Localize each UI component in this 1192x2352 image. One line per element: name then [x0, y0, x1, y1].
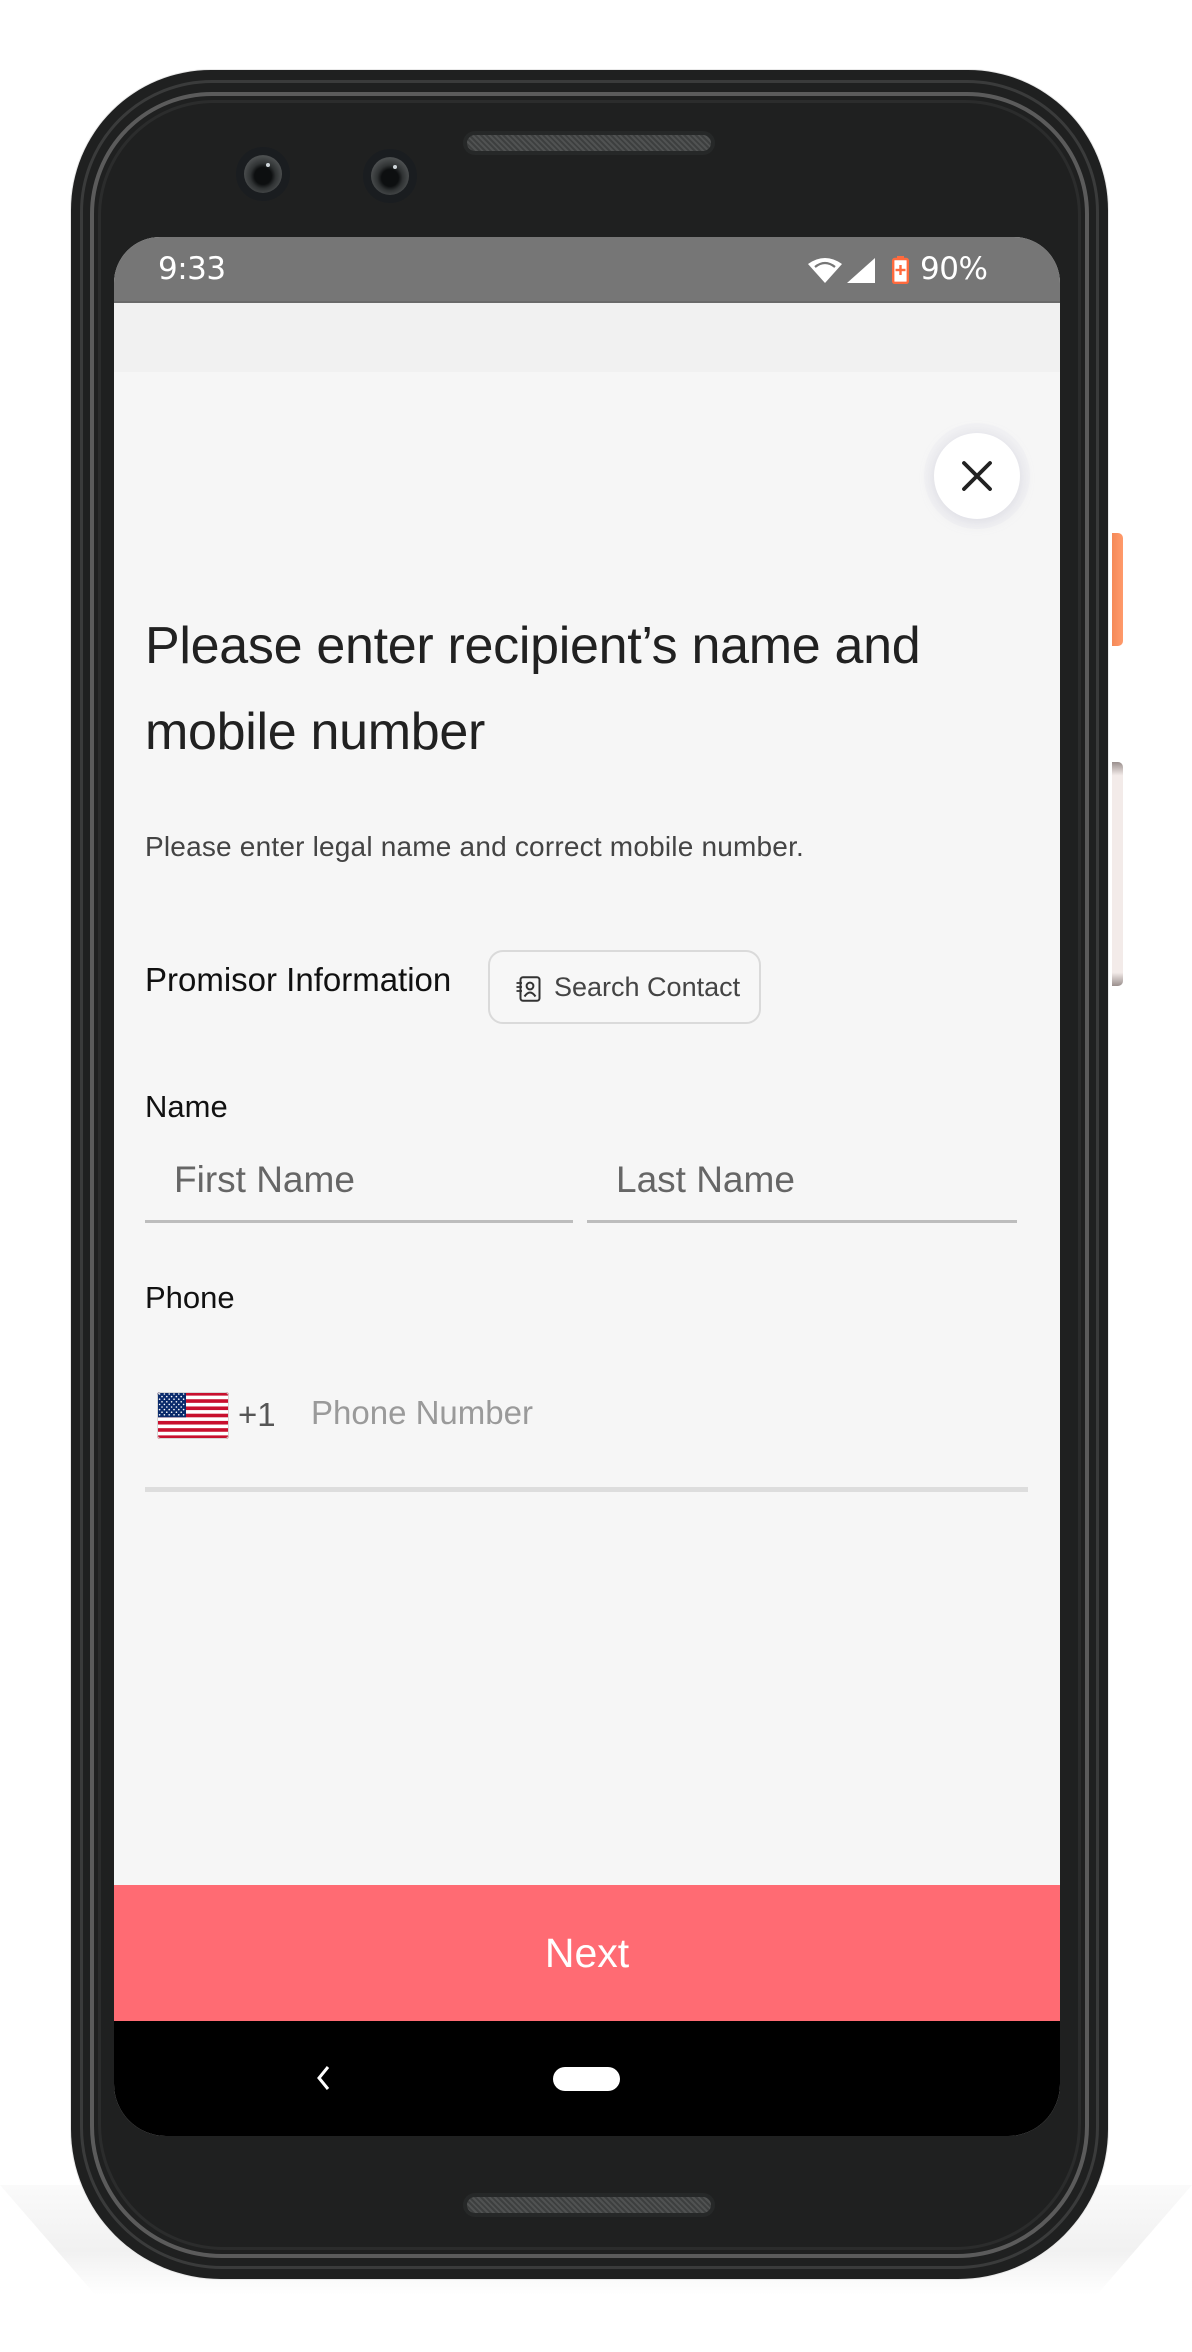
flag-star [163, 1414, 166, 1416]
battery-percentage: 90% [920, 251, 988, 287]
front-camera-icon [236, 147, 290, 201]
flag-star [178, 1403, 180, 1406]
us-flag-icon [157, 1392, 229, 1439]
phone-input-underline [145, 1487, 1028, 1492]
flag-star [161, 1406, 163, 1408]
flag-star [163, 1408, 166, 1411]
name-label: Name [145, 1089, 228, 1124]
nav-home-button[interactable] [553, 2067, 620, 2091]
flag-star [166, 1395, 168, 1398]
next-button[interactable]: Next [114, 1885, 1060, 2021]
flag-star [178, 1398, 180, 1400]
flag-red-stripe [157, 1428, 229, 1432]
flag-star [182, 1403, 185, 1406]
flag-star [168, 1403, 170, 1406]
flag-star [166, 1406, 168, 1408]
flag-star [161, 1395, 163, 1398]
flag-star [173, 1414, 175, 1416]
flag-star [170, 1406, 173, 1408]
country-code-selector[interactable]: +1 [154, 1389, 284, 1441]
page-title: Please enter recipient’s name and mobile… [145, 617, 921, 761]
phone-number-input[interactable] [304, 1383, 1024, 1443]
flag-star [180, 1406, 182, 1408]
flag-star [178, 1408, 180, 1411]
close-icon [962, 461, 992, 491]
flag-star [175, 1401, 178, 1403]
flag-star [175, 1411, 178, 1413]
camera-glint [266, 163, 270, 167]
flag-star [173, 1393, 175, 1395]
flag-star [158, 1398, 161, 1400]
speaker-grille [467, 2197, 711, 2213]
status-time: 9:33 [158, 251, 226, 287]
flag-star [180, 1411, 182, 1413]
flag-star [170, 1411, 173, 1413]
phone-label: Phone [145, 1280, 235, 1315]
flag-star [163, 1403, 166, 1406]
flag-star [173, 1403, 175, 1406]
flag-star [168, 1408, 170, 1411]
app-bar [114, 303, 1060, 372]
nav-back-button[interactable] [308, 2051, 338, 2107]
power-button[interactable] [1112, 533, 1123, 646]
search-contact-label: Search Contact [554, 972, 741, 1002]
flag-star [178, 1393, 180, 1395]
flag-star [158, 1393, 161, 1395]
flag-star [166, 1401, 168, 1403]
flag-star [166, 1411, 168, 1413]
flag-star [158, 1403, 161, 1406]
flag-star [170, 1401, 173, 1403]
close-button[interactable] [934, 433, 1020, 519]
flag-star [170, 1395, 173, 1398]
flag-red-stripe [157, 1420, 229, 1425]
earpiece-speaker [463, 131, 715, 155]
speaker-grille [467, 135, 711, 151]
volume-button[interactable] [1112, 762, 1123, 986]
flag-star [182, 1414, 185, 1416]
flag-star [175, 1395, 178, 1398]
flag-star [161, 1401, 163, 1403]
flag-star [168, 1398, 170, 1400]
flag-star [180, 1401, 182, 1403]
flag-star [158, 1414, 161, 1416]
status-bar: 9:33 90% [114, 237, 1060, 303]
flag-star [175, 1406, 178, 1408]
flag-star [182, 1408, 185, 1411]
search-contact-button[interactable]: Search Contact [488, 950, 761, 1024]
back-chevron-icon [317, 2066, 330, 2090]
flag-star [168, 1393, 170, 1395]
flag-star [182, 1393, 185, 1395]
flag-star [178, 1414, 180, 1416]
page-subtitle: Please enter legal name and correct mobi… [145, 831, 805, 862]
flag-star [182, 1398, 185, 1400]
contact-book-icon [516, 976, 541, 1002]
camera-lens [371, 157, 409, 195]
wifi-icon [808, 258, 842, 283]
phone-screen: 9:33 90% Please enter recipient’s name a… [114, 237, 1060, 2136]
battery-charging-icon [892, 256, 909, 284]
country-code: +1 [238, 1396, 276, 1433]
camera-lens [244, 155, 282, 193]
promisor-section-label: Promisor Information [145, 961, 452, 998]
flag-star [173, 1398, 175, 1400]
flag-star [168, 1414, 170, 1416]
flag-star [161, 1411, 163, 1413]
camera-glint [393, 165, 397, 169]
flag-star [163, 1398, 166, 1400]
system-navigation-bar [114, 2021, 1060, 2136]
flag-star [180, 1395, 182, 1398]
next-button-label: Next [544, 1930, 630, 1976]
last-name-input[interactable] [587, 1149, 1017, 1223]
front-camera-icon [363, 149, 417, 203]
flag-star [173, 1408, 175, 1411]
bottom-speaker [463, 2193, 715, 2217]
cellular-signal-icon [847, 258, 875, 283]
flag-star [158, 1408, 161, 1411]
first-name-input[interactable] [145, 1149, 573, 1223]
flag-star [163, 1393, 166, 1395]
